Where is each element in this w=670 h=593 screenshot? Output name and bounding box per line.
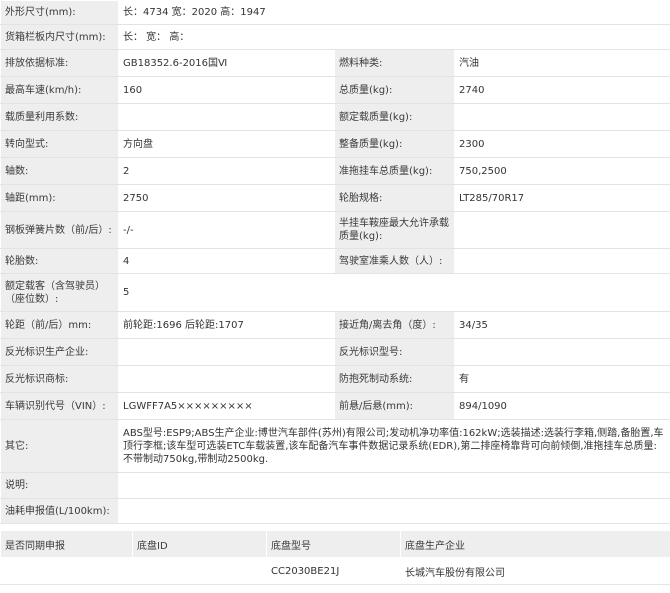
spec-value: 前轮距:1696 后轮距:1707 <box>118 311 335 339</box>
spec-label: 转向型式: <box>0 130 119 158</box>
chassis-data-row: CC2030BE21J 长城汽车股份有限公司 <box>0 557 670 585</box>
cell-chassis-model: CC2030BE21J <box>266 557 401 585</box>
spec-value <box>117 472 670 499</box>
spec-label: 额定载质量(kg): <box>334 103 455 131</box>
cell-concurrent <box>0 557 133 585</box>
spec-label: 钢板弹簧片数（前/后）: <box>0 211 119 249</box>
spec-label: 说明: <box>0 472 119 499</box>
spec-label: 额定载客（含驾驶员）（座位数）: <box>0 273 119 312</box>
spec-label: 轮胎规格: <box>334 184 455 212</box>
spec-label: 油耗申报值(L/100km): <box>0 498 119 524</box>
spec-row: 反光标识生产企业: 反光标识型号: <box>0 338 670 366</box>
spec-label: 半挂车鞍座最大允许承载质量(kg): <box>334 211 455 249</box>
spec-value <box>117 498 670 524</box>
header-concurrent: 是否同期申报 <box>0 530 133 558</box>
spec-value: 5 <box>117 273 670 312</box>
spec-row: 轮胎数: 4 驾驶室准乘人数（人）: <box>0 248 670 274</box>
spec-row: 载质量利用系数: 额定载质量(kg): <box>0 103 670 131</box>
chassis-header-row: 是否同期申报 底盘ID 底盘型号 底盘生产企业 <box>0 530 670 558</box>
header-chassis-id: 底盘ID <box>132 530 267 558</box>
spec-label: 接近角/离去角（度）: <box>334 311 455 339</box>
spec-value: 长： 宽： 高： <box>117 24 670 50</box>
spec-value: LT285/70R17 <box>453 184 670 212</box>
spec-label: 排放依据标准: <box>0 49 119 77</box>
spec-row: 转向型式: 方向盘 整备质量(kg): 2300 <box>0 130 670 158</box>
spec-value: 有 <box>453 365 670 393</box>
spec-label: 货箱栏板内尺寸(mm): <box>0 24 119 50</box>
spec-value: 4 <box>118 248 335 274</box>
spec-label: 载质量利用系数: <box>0 103 119 131</box>
header-chassis-model: 底盘型号 <box>266 530 401 558</box>
cell-chassis-id <box>132 557 267 585</box>
spec-value <box>453 211 670 249</box>
spec-row: 钢板弹簧片数（前/后）: -/- 半挂车鞍座最大允许承载质量(kg): <box>0 211 670 249</box>
spec-row: 反光标识商标: 防抱死制动系统: 有 <box>0 365 670 393</box>
spec-value: -/- <box>118 211 335 249</box>
spec-value: 34/35 <box>453 311 670 339</box>
spec-label: 防抱死制动系统: <box>334 365 455 393</box>
spec-row: 说明: <box>0 472 670 499</box>
spec-label: 前悬/后悬(mm): <box>334 392 455 420</box>
spec-label: 反光标识型号: <box>334 338 455 366</box>
spec-label: 反光标识商标: <box>0 365 119 393</box>
chassis-table: 是否同期申报 底盘ID 底盘型号 底盘生产企业 CC2030BE21J 长城汽车… <box>0 530 670 585</box>
spec-value: 2300 <box>453 130 670 158</box>
spec-row: 排放依据标准: GB18352.6-2016国Ⅵ 燃料种类: 汽油 <box>0 49 670 77</box>
spec-value <box>118 338 335 366</box>
spec-row: 最高车速(km/h): 160 总质量(kg): 2740 <box>0 76 670 104</box>
spec-label: 燃料种类: <box>334 49 455 77</box>
spec-value <box>453 103 670 131</box>
spec-label: 总质量(kg): <box>334 76 455 104</box>
spec-row: 油耗申报值(L/100km): <box>0 498 670 524</box>
spec-label: 轴数: <box>0 157 119 185</box>
spec-value: 750,2500 <box>453 157 670 185</box>
spec-value: 2740 <box>453 76 670 104</box>
spec-label: 整备质量(kg): <box>334 130 455 158</box>
spec-value: 长：4734 宽：2020 高：1947 <box>117 0 670 25</box>
spec-row: 货箱栏板内尺寸(mm): 长： 宽： 高： <box>0 24 670 50</box>
spec-row: 额定载客（含驾驶员）（座位数）: 5 <box>0 273 670 312</box>
spec-value: GB18352.6-2016国Ⅵ <box>118 49 335 77</box>
spec-row: 车辆识别代号（VIN）: LGWFF7A5××××××××× 前悬/后悬(mm): 8… <box>0 392 670 420</box>
spec-value: 2 <box>118 157 335 185</box>
spec-row: 其它: ABS型号:ESP9;ABS生产企业:博世汽车部件(苏州)有限公司;发动机… <box>0 419 670 473</box>
spec-row: 轴距(mm): 2750 轮胎规格: LT285/70R17 <box>0 184 670 212</box>
spec-value: ABS型号:ESP9;ABS生产企业:博世汽车部件(苏州)有限公司;发动机净功率… <box>117 419 670 473</box>
spec-row: 轴数: 2 准拖挂车总质量(kg): 750,2500 <box>0 157 670 185</box>
spec-value: 汽油 <box>453 49 670 77</box>
spec-label: 车辆识别代号（VIN）: <box>0 392 119 420</box>
spec-label: 外形尺寸(mm): <box>0 0 119 25</box>
spec-label: 其它: <box>0 419 119 473</box>
spec-label: 驾驶室准乘人数（人）: <box>334 248 455 274</box>
cell-chassis-maker: 长城汽车股份有限公司 <box>400 557 670 585</box>
spec-row: 外形尺寸(mm): 长：4734 宽：2020 高：1947 <box>0 0 670 25</box>
spec-label: 反光标识生产企业: <box>0 338 119 366</box>
spec-value: LGWFF7A5××××××××× <box>118 392 335 420</box>
spec-value <box>453 248 670 274</box>
spec-label: 轴距(mm): <box>0 184 119 212</box>
spec-value <box>118 103 335 131</box>
spec-label: 最高车速(km/h): <box>0 76 119 104</box>
spec-row: 轮距（前/后）mm: 前轮距:1696 后轮距:1707 接近角/离去角（度）: 34… <box>0 311 670 339</box>
spec-value: 方向盘 <box>118 130 335 158</box>
spec-value <box>453 338 670 366</box>
spec-table: 外形尺寸(mm): 长：4734 宽：2020 高：1947 货箱栏板内尺寸(mm)… <box>0 0 670 524</box>
spec-value: 894/1090 <box>453 392 670 420</box>
spec-value <box>118 365 335 393</box>
vehicle-spec-page: 外形尺寸(mm): 长：4734 宽：2020 高：1947 货箱栏板内尺寸(mm)… <box>0 0 670 593</box>
spec-label: 轮距（前/后）mm: <box>0 311 119 339</box>
spec-label: 轮胎数: <box>0 248 119 274</box>
header-chassis-maker: 底盘生产企业 <box>400 530 670 558</box>
spec-label: 准拖挂车总质量(kg): <box>334 157 455 185</box>
spec-value: 2750 <box>118 184 335 212</box>
spec-value: 160 <box>118 76 335 104</box>
